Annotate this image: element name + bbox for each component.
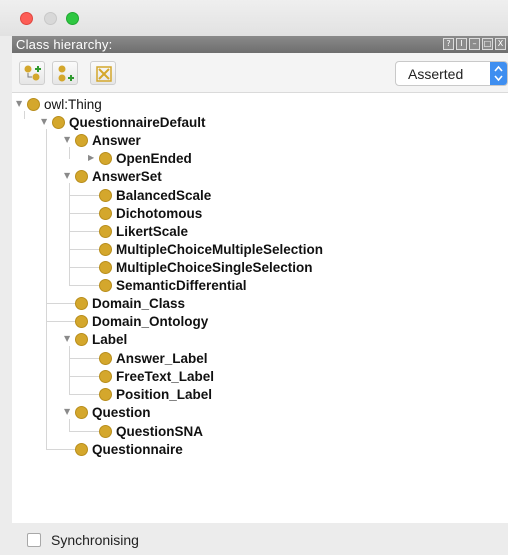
tree-node-label: MultipleChoiceMultipleSelection: [116, 241, 324, 257]
hierarchy-mode-select[interactable]: Asserted: [395, 61, 508, 86]
minimize-view-button[interactable]: –: [469, 38, 480, 50]
class-icon: [99, 242, 112, 256]
tree-node-questionnaire-default[interactable]: ▼ QuestionnaireDefault: [41, 113, 206, 131]
tree-node-dichotomous[interactable]: Dichotomous: [98, 204, 202, 222]
class-icon: [75, 169, 88, 183]
delete-class-icon: [96, 66, 112, 82]
tree-node-label: Label: [92, 331, 128, 347]
tree-node-label: BalancedScale: [116, 187, 212, 203]
minimize-window-button[interactable]: [44, 12, 57, 25]
zoom-window-button[interactable]: [66, 12, 79, 25]
class-icon: [52, 115, 65, 129]
add-subclass-icon: [24, 65, 41, 81]
select-arrows-icon: [490, 62, 507, 85]
class-hierarchy-tree: ▼ owl:Thing ▼ QuestionnaireDefault ▼ Ans…: [12, 93, 508, 523]
class-icon: [75, 314, 88, 328]
tree-node-owl-thing[interactable]: ▼ owl:Thing: [16, 95, 102, 113]
synchronising-label: Synchronising: [51, 532, 139, 548]
tree-node-answer[interactable]: ▼ Answer: [64, 131, 141, 149]
expanded-triangle-icon[interactable]: ▼: [64, 131, 74, 149]
view-title: Class hierarchy:: [16, 37, 113, 52]
tree-node-question[interactable]: ▼ Question: [64, 403, 151, 421]
tree-node-label: Question: [92, 404, 151, 420]
add-sibling-icon: [58, 65, 74, 82]
tree-node-position-label[interactable]: Position_Label: [98, 385, 212, 403]
class-icon: [75, 442, 88, 456]
tree-node-label: Questionnaire: [92, 441, 183, 457]
tree-node-label: Answer: [92, 132, 141, 148]
tree-node-label: QuestionSNA: [116, 423, 204, 439]
collapsed-triangle-icon[interactable]: ▶: [88, 149, 98, 167]
tree-connector: [69, 346, 70, 394]
tree-node-question-sna[interactable]: QuestionSNA: [98, 422, 203, 440]
maximize-view-button[interactable]: □: [482, 38, 493, 50]
expanded-triangle-icon[interactable]: ▼: [64, 403, 74, 421]
class-icon: [99, 424, 112, 438]
class-icon: [99, 224, 112, 238]
tree-node-label: FreeText_Label: [116, 368, 215, 384]
tree-node-label: OpenEnded: [116, 150, 192, 166]
class-icon: [27, 97, 40, 111]
tree-node-domain-class[interactable]: Domain_Class: [74, 294, 185, 312]
class-icon: [75, 133, 88, 147]
class-icon: [99, 387, 112, 401]
expanded-triangle-icon[interactable]: ▼: [64, 330, 74, 348]
class-icon: [75, 296, 88, 310]
tree-node-label: Domain_Class: [92, 295, 186, 311]
tree-node-label: Answer_Label: [116, 350, 208, 366]
class-icon: [99, 151, 112, 165]
tree-node-domain-ontology[interactable]: Domain_Ontology: [74, 312, 208, 330]
tree-node-multiple-choice-multiple-selection[interactable]: MultipleChoiceMultipleSelection: [98, 240, 323, 258]
tree-node-label: AnswerSet: [92, 168, 162, 184]
tree-connector: [69, 183, 70, 285]
tree-node-label: Domain_Ontology: [92, 313, 209, 329]
tree-connector: [46, 129, 47, 449]
tree-node-label-class[interactable]: ▼ Label: [64, 330, 127, 348]
tree-node-label: Dichotomous: [116, 205, 203, 221]
class-icon: [99, 206, 112, 220]
expanded-triangle-icon[interactable]: ▼: [64, 167, 74, 185]
tree-node-answer-label[interactable]: Answer_Label: [98, 349, 208, 367]
class-icon: [75, 332, 88, 346]
title-bar: [0, 0, 508, 36]
class-icon: [99, 351, 112, 365]
tree-node-label: LikertScale: [116, 223, 189, 239]
view-header: Class hierarchy: ? I – □ X: [12, 36, 508, 53]
tree-node-semantic-differential[interactable]: SemanticDifferential: [98, 276, 247, 294]
close-window-button[interactable]: [20, 12, 33, 25]
tree-node-label: owl:Thing: [44, 96, 102, 112]
hierarchy-footer: Synchronising: [12, 523, 508, 555]
tree-node-balanced-scale[interactable]: BalancedScale: [98, 186, 211, 204]
class-icon: [99, 369, 112, 383]
class-icon: [75, 405, 88, 419]
class-icon: [99, 188, 112, 202]
add-subclass-button[interactable]: [19, 61, 45, 85]
expanded-triangle-icon[interactable]: ▼: [41, 113, 51, 131]
close-view-button[interactable]: X: [495, 38, 506, 50]
tree-node-free-text-label[interactable]: FreeText_Label: [98, 367, 214, 385]
tree-node-likert-scale[interactable]: LikertScale: [98, 222, 188, 240]
help-view-button[interactable]: ?: [443, 38, 454, 50]
expanded-triangle-icon[interactable]: ▼: [16, 95, 26, 113]
protege-window: Class hierarchy: ? I – □ X Asserted ▼ ow…: [0, 0, 508, 555]
tree-node-label: MultipleChoiceSingleSelection: [116, 259, 313, 275]
class-icon: [99, 278, 112, 292]
tree-node-label: Position_Label: [116, 386, 213, 402]
hierarchy-toolbar: Asserted: [12, 53, 508, 93]
tree-node-open-ended[interactable]: ▶ OpenEnded: [88, 149, 192, 167]
tree-node-label: SemanticDifferential: [116, 277, 247, 293]
tree-node-answer-set[interactable]: ▼ AnswerSet: [64, 167, 162, 185]
hierarchy-mode-value: Asserted: [408, 66, 464, 82]
view-controls: ? I – □ X: [443, 38, 506, 51]
tree-node-label: QuestionnaireDefault: [69, 114, 206, 130]
tree-node-multiple-choice-single-selection[interactable]: MultipleChoiceSingleSelection: [98, 258, 313, 276]
synchronising-checkbox[interactable]: [27, 533, 41, 547]
info-view-button[interactable]: I: [456, 38, 467, 50]
delete-class-button[interactable]: [90, 61, 116, 85]
class-icon: [99, 260, 112, 274]
add-sibling-button[interactable]: [52, 61, 78, 85]
tree-node-questionnaire[interactable]: Questionnaire: [74, 440, 183, 458]
